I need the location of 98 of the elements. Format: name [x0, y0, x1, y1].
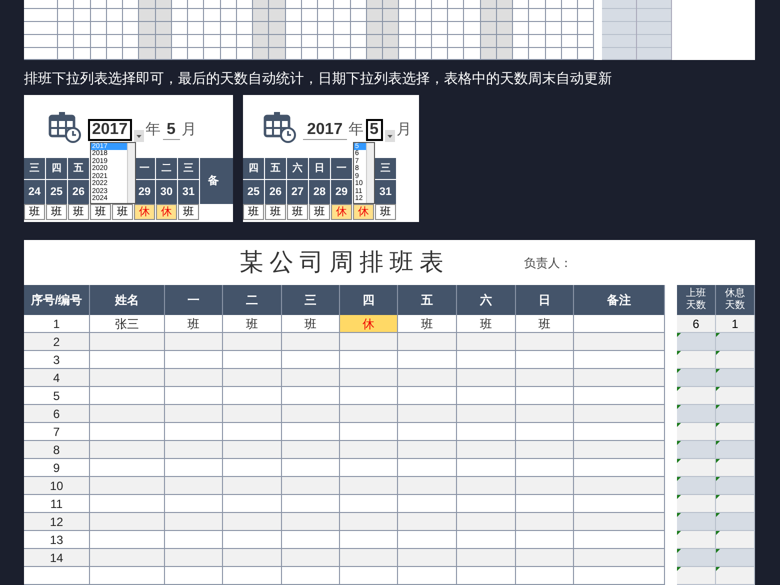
summary-cell	[637, 35, 671, 48]
manager-label: 负责人：	[524, 254, 572, 272]
month-unit: 月	[396, 120, 412, 140]
month-field[interactable]: 5	[366, 119, 382, 142]
year-unit: 年	[348, 120, 364, 140]
year-unit: 年	[146, 120, 161, 140]
date-cell: 31	[375, 180, 396, 204]
row-number: 12	[24, 513, 90, 530]
column-header: 二	[223, 285, 282, 315]
summary-cell	[637, 0, 671, 9]
row-number: 4	[24, 369, 90, 386]
year-field[interactable]: 2017	[88, 119, 132, 142]
column-header: 姓名	[90, 285, 165, 315]
row-number: 3	[24, 351, 90, 368]
weekday-cell: 二	[156, 158, 177, 180]
weekday-cell: 一	[134, 158, 155, 180]
weekday-cell: 六	[287, 158, 308, 180]
summary-cell	[602, 35, 636, 48]
calendar-clock-icon	[48, 110, 82, 144]
column-header: 序号/编号	[24, 285, 90, 315]
month-field[interactable]: 5	[162, 120, 180, 140]
shift-cell[interactable]: 班	[398, 315, 457, 332]
calendar-clock-icon	[263, 110, 297, 144]
scrollbar[interactable]	[366, 142, 374, 203]
row-number: 8	[24, 441, 90, 458]
date-cell: 27	[287, 180, 308, 204]
shift-cell[interactable]: 休	[134, 204, 155, 220]
year-field[interactable]: 2017	[303, 120, 347, 140]
shift-cell[interactable]: 班	[265, 204, 286, 220]
shift-cell[interactable]: 班	[46, 204, 67, 220]
row-number: 9	[24, 459, 90, 476]
shift-cell[interactable]: 班	[516, 315, 574, 332]
date-cell: 25	[46, 180, 67, 204]
column-header: 日	[516, 285, 574, 315]
shift-cell[interactable]: 休	[331, 204, 352, 220]
summary-cell	[637, 48, 671, 60]
row-number: 7	[24, 423, 90, 440]
summary-cell: 6	[677, 315, 716, 332]
weekday-cell: 四	[243, 158, 264, 180]
row-number: 13	[24, 531, 90, 548]
summary-cell	[602, 48, 636, 60]
shift-cell[interactable]: 休	[353, 204, 374, 220]
weekday-cell: 五	[68, 158, 89, 180]
shift-cell[interactable]: 班	[178, 204, 199, 220]
shift-cell[interactable]: 班	[375, 204, 396, 220]
date-cell: 29	[331, 180, 352, 204]
column-header: 备注	[574, 285, 665, 315]
date-cell: 25	[243, 180, 264, 204]
row-number: 1	[24, 315, 90, 332]
summary-cell	[602, 9, 636, 22]
name-cell: 张三	[90, 315, 165, 332]
weekday-cell: 四	[46, 158, 67, 180]
summary-cell: 1	[716, 315, 755, 332]
column-header: 六	[457, 285, 516, 315]
summary-cell	[637, 22, 671, 35]
shift-cell[interactable]: 休	[156, 204, 177, 220]
weekday-cell: 三	[375, 158, 396, 180]
date-cell: 26	[265, 180, 286, 204]
month-unit: 月	[182, 120, 196, 140]
shift-cell[interactable]: 班	[112, 204, 133, 220]
weekday-cell: 五	[265, 158, 286, 180]
weekday-cell: 三	[178, 158, 199, 180]
shift-cell[interactable]: 班	[68, 204, 89, 220]
schedule-title: 某公司周排班表	[240, 248, 450, 278]
column-header: 五	[398, 285, 457, 315]
summary-header: 上班天数	[685, 288, 707, 312]
row-number: 10	[24, 477, 90, 494]
summary-cell	[637, 9, 671, 22]
weekday-cell: 日	[309, 158, 330, 180]
row-number: 2	[24, 333, 90, 350]
caption: 排班下拉列表选择即可，最后的天数自动统计，日期下拉列表选择，表格中的天数周末自动更新	[24, 68, 612, 88]
row-number: 14	[24, 549, 90, 566]
date-cell: 31	[178, 180, 199, 204]
column-header: 一	[165, 285, 223, 315]
summary-cell	[602, 22, 636, 35]
shift-cell[interactable]: 班	[287, 204, 308, 220]
date-cell: 30	[156, 180, 177, 204]
shift-cell[interactable]: 班	[457, 315, 516, 332]
shift-cell[interactable]: 班	[223, 315, 282, 332]
summary-cell	[602, 0, 636, 9]
shift-cell[interactable]: 班	[90, 204, 111, 220]
row-number: 11	[24, 495, 90, 512]
column-header: 四	[340, 285, 398, 315]
weekday-cell: 一	[331, 158, 352, 180]
summary-header: 休息天数	[724, 288, 746, 312]
column-header: 三	[282, 285, 340, 315]
date-cell: 26	[68, 180, 89, 204]
row-number: 5	[24, 387, 90, 404]
shift-cell[interactable]: 班	[165, 315, 223, 332]
date-cell: 28	[309, 180, 330, 204]
shift-cell[interactable]: 班	[309, 204, 330, 220]
shift-cell[interactable]: 班	[243, 204, 264, 220]
weekday-cell: 三	[24, 158, 45, 180]
date-cell: 24	[24, 180, 45, 204]
shift-cell[interactable]: 班	[24, 204, 45, 220]
row-number: 6	[24, 405, 90, 422]
scrollbar[interactable]	[127, 142, 135, 203]
note-header: 备	[208, 174, 219, 189]
